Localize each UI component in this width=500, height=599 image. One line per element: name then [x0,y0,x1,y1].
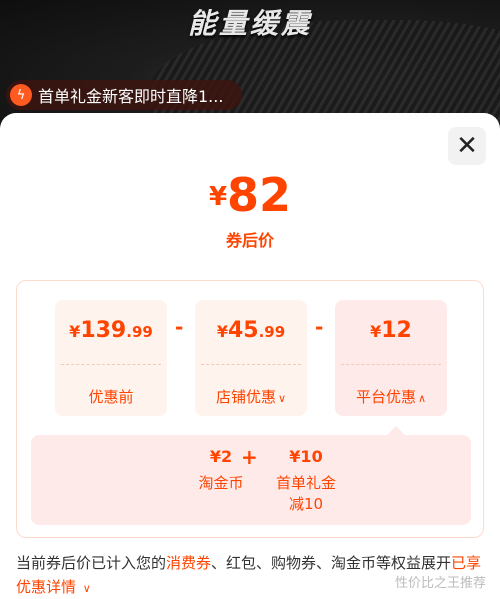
card-decimal: .99 [258,323,286,341]
card-integer: 45 [227,318,259,343]
divider [341,364,441,365]
pointer-arrow [387,426,405,435]
watermark: 性价比之王推荐 [394,576,486,591]
chevron-up-icon: ∧ [417,392,427,405]
platform-discount-detail: ¥2 淘金币 + ¥10 首单礼金 减10 [31,426,471,525]
card-label: 店铺优惠 [215,388,276,406]
final-price-amount: 82 [227,168,292,222]
card-currency: ¥ [370,322,382,341]
item-detail: 减10 [288,495,324,513]
divider [201,364,301,365]
card-currency: ¥ [69,322,81,341]
card-currency: ¥ [216,322,228,341]
item-name: 淘金币 [198,474,244,492]
close-button[interactable]: ✕ [448,127,486,165]
card-decimal: .99 [126,323,153,341]
card-label: 平台优惠 [355,388,416,406]
card-integer: 139 [80,318,127,343]
minus-sign: - [175,315,184,339]
item-amount: ¥10 [289,447,323,466]
promo-text: 首单礼金新客即时直降1... [38,87,224,106]
lightning-icon: ϟ [10,84,32,106]
original-price-card: ¥139.99 优惠前 [55,300,167,416]
first-order-gift-item: ¥10 首单礼金 减10 [256,447,356,514]
final-price-label: 券后价 [225,231,274,250]
price-detail-sheet: ✕ ¥82 券后价 ¥139.99 优惠前 - ¥45.99 店铺优惠 ∨ - ¥… [0,113,500,599]
chevron-down-icon: ∨ [277,392,287,405]
price-breakdown: ¥139.99 优惠前 - ¥45.99 店铺优惠 ∨ - ¥12 平台优惠 ∧ ¥… [16,280,484,538]
consumption-voucher-highlight: 消费券 [166,554,212,572]
item-name: 首单礼金 [275,474,336,492]
final-price-currency: ¥ [208,182,228,212]
card-integer: 12 [381,318,412,343]
note-suffix: 、红包、购物券、淘金币等权益展开 [211,554,452,572]
divider [61,364,161,365]
platform-discount-card[interactable]: ¥12 平台优惠 ∧ [335,300,447,416]
card-label: 优惠前 [88,388,134,406]
note-prefix: 当前券后价已计入您的 [16,554,167,572]
final-price: ¥82 [0,168,500,222]
chevron-down-icon: ∨ [82,582,91,595]
banner-slogan: 能量缓震 [188,7,313,40]
store-discount-card[interactable]: ¥45.99 店铺优惠 ∨ [195,300,307,416]
promo-tag[interactable]: ϟ 首单礼金新客即时直降1... [6,80,242,110]
minus-sign: - [315,315,324,339]
close-icon: ✕ [456,131,478,161]
